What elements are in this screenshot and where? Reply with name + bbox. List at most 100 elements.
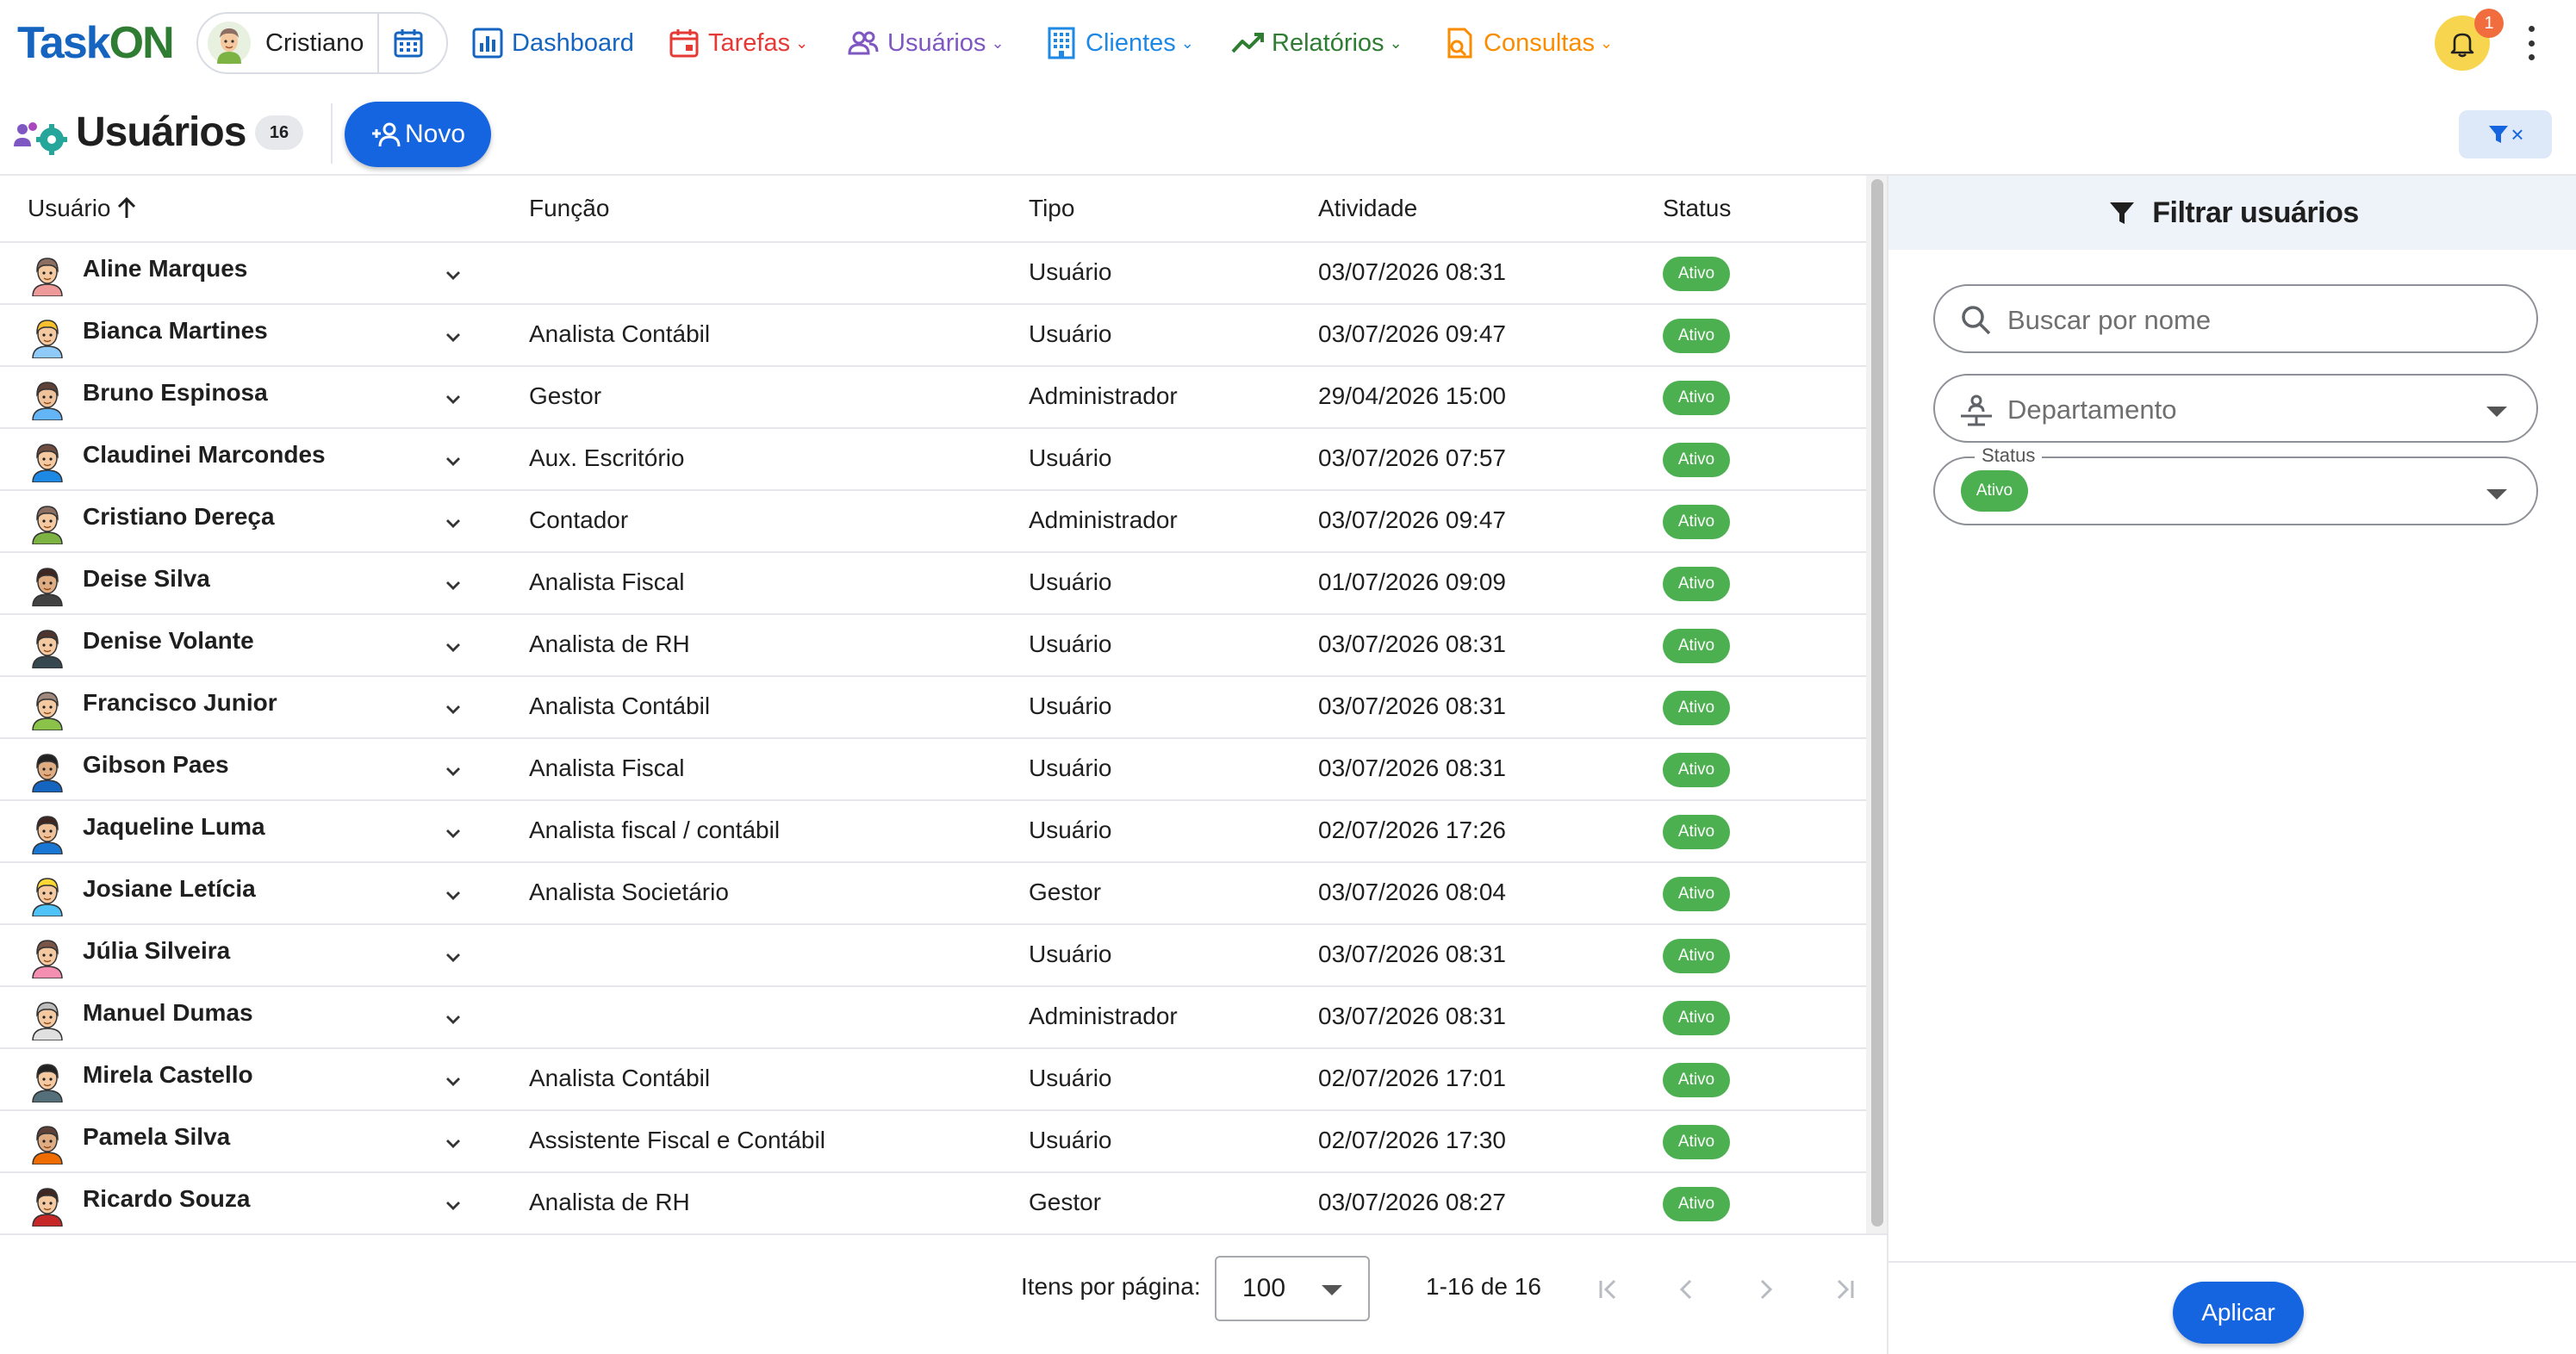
sort-ascending-icon	[118, 196, 136, 218]
nav-dashboard[interactable]: Dashboard	[470, 22, 634, 64]
expand-row-chevron-icon[interactable]	[443, 699, 464, 720]
expand-row-chevron-icon[interactable]	[443, 1009, 464, 1030]
department-select[interactable]: Departamento	[1933, 374, 2538, 443]
table-row[interactable]: Claudinei Marcondes Aux. Escritório Usuári…	[0, 429, 1866, 491]
department-placeholder: Departamento	[2007, 394, 2177, 425]
status-select[interactable]: Ativo	[1933, 457, 2538, 525]
expand-row-chevron-icon[interactable]	[443, 1196, 464, 1216]
role-cell: Analista Contábil	[529, 1065, 711, 1091]
pagination-bar: Itens por página: 100 1-16 de 16	[0, 1233, 1887, 1354]
column-header-funcao[interactable]: Função	[529, 195, 609, 222]
expand-row-chevron-icon[interactable]	[443, 947, 464, 968]
status-badge: Ativo	[1663, 1125, 1730, 1159]
table-row[interactable]: Jaqueline Luma Analista fiscal / contábil…	[0, 801, 1866, 863]
panel-footer-divider	[1888, 1261, 2576, 1263]
expand-row-chevron-icon[interactable]	[443, 513, 464, 534]
type-cell: Administrador	[1029, 1003, 1178, 1029]
activity-cell: 03/07/2026 08:31	[1318, 693, 1506, 719]
expand-row-chevron-icon[interactable]	[443, 327, 464, 348]
table-scrollbar-thumb[interactable]	[1871, 179, 1883, 1227]
dropdown-caret-icon	[2486, 489, 2507, 500]
table-row[interactable]: Denise Volante Analista de RH Usuário 03/07…	[0, 615, 1866, 677]
search-by-name-input[interactable]: Buscar por nome	[1933, 284, 2538, 353]
first-page-button[interactable]	[1589, 1270, 1628, 1309]
expand-row-chevron-icon[interactable]	[443, 823, 464, 844]
table-row[interactable]: Deise Silva Analista Fiscal Usuário 01/07/2…	[0, 553, 1866, 615]
nav-tarefas[interactable]: Tarefas ⌄	[667, 22, 808, 64]
expand-row-chevron-icon[interactable]	[443, 885, 464, 906]
table-row[interactable]: Pamela Silva Assistente Fiscal e Contábil…	[0, 1111, 1866, 1173]
user-chip-divider	[377, 13, 379, 73]
expand-row-chevron-icon[interactable]	[443, 761, 464, 782]
status-chip-ativo[interactable]: Ativo	[1961, 470, 2028, 512]
table-row[interactable]: Manuel Dumas Administrador 03/07/2026 08:3…	[0, 987, 1866, 1049]
expand-row-chevron-icon[interactable]	[443, 389, 464, 410]
table-row[interactable]: Bruno Espinosa Gestor Administrador 29/04/2…	[0, 367, 1866, 429]
last-page-icon	[1837, 1279, 1854, 1300]
column-header-usuario[interactable]: Usuário	[28, 195, 140, 222]
role-cell: Analista de RH	[529, 630, 690, 657]
app-logo[interactable]: Task ON	[17, 10, 175, 76]
activity-cell: 03/07/2026 08:31	[1318, 755, 1506, 781]
page-header: Usuários 16 Novo ×	[0, 96, 2576, 174]
nav-usuarios[interactable]: Usuários ⌄	[846, 22, 1005, 64]
table-row[interactable]: Francisco Junior Analista Contábil Usuário…	[0, 677, 1866, 739]
table-row[interactable]: Mirela Castello Analista Contábil Usuário 0…	[0, 1049, 1866, 1111]
expand-row-chevron-icon[interactable]	[443, 1134, 464, 1154]
status-badge: Ativo	[1663, 1001, 1730, 1035]
user-chip[interactable]: Cristiano	[196, 12, 448, 74]
status-badge: Ativo	[1663, 877, 1730, 911]
nav-relatorios[interactable]: Relatórios ⌄	[1230, 22, 1403, 64]
dropdown-caret-icon	[1322, 1285, 1342, 1295]
logo-text-task: Task	[17, 18, 111, 68]
logo-text-on: ON	[109, 18, 175, 68]
trend-icon	[1231, 33, 1264, 53]
previous-page-button[interactable]	[1667, 1270, 1707, 1309]
user-name-cell: Gibson Paes	[83, 751, 229, 778]
filter-panel-title: Filtrar usuários	[2152, 196, 2359, 229]
type-cell: Usuário	[1029, 258, 1112, 285]
table-row[interactable]: Cristiano Dereça Contador Administrador 03/…	[0, 491, 1866, 553]
dropdown-caret-icon	[2486, 407, 2507, 417]
table-row[interactable]: Bianca Martines Analista Contábil Usuário 0…	[0, 305, 1866, 367]
expand-row-chevron-icon[interactable]	[443, 637, 464, 658]
table-row[interactable]: Aline Marques Usuário 03/07/2026 08:31 Ativ…	[0, 243, 1866, 305]
nav-consultas[interactable]: Consultas ⌄	[1442, 22, 1613, 64]
expand-row-chevron-icon[interactable]	[443, 265, 464, 286]
column-header-atividade[interactable]: Atividade	[1318, 195, 1417, 222]
activity-cell: 03/07/2026 08:31	[1318, 1003, 1506, 1029]
filter-toggle-button[interactable]: ×	[2459, 110, 2552, 158]
expand-row-chevron-icon[interactable]	[443, 451, 464, 472]
table-row[interactable]: Júlia Silveira Usuário 03/07/2026 08:31 Ati…	[0, 925, 1866, 987]
table-row[interactable]: Josiane Letícia Analista Societário Gestor…	[0, 863, 1866, 925]
header-divider	[331, 103, 333, 164]
activity-cell: 03/07/2026 08:04	[1318, 879, 1506, 905]
role-cell: Aux. Escritório	[529, 444, 685, 471]
more-options-icon[interactable]	[2524, 26, 2538, 60]
expand-row-chevron-icon[interactable]	[443, 575, 464, 596]
status-badge: Ativo	[1663, 691, 1730, 725]
nav-clientes[interactable]: Clientes ⌄	[1044, 22, 1194, 64]
new-user-button[interactable]: Novo	[345, 102, 491, 167]
table-row[interactable]: Gibson Paes Analista Fiscal Usuário 03/07/2…	[0, 739, 1866, 801]
status-badge: Ativo	[1663, 815, 1730, 849]
users-settings-icon	[14, 122, 67, 155]
type-cell: Usuário	[1029, 568, 1112, 595]
type-cell: Usuário	[1029, 1065, 1112, 1091]
items-per-page-label: Itens por página:	[1021, 1273, 1201, 1300]
column-header-label: Usuário	[28, 195, 111, 221]
calendar-icon[interactable]	[391, 26, 426, 60]
column-header-status[interactable]: Status	[1663, 195, 1731, 222]
next-page-button[interactable]	[1745, 1270, 1785, 1309]
last-page-button[interactable]	[1825, 1270, 1864, 1309]
user-name-cell: Manuel Dumas	[83, 999, 253, 1026]
column-header-tipo[interactable]: Tipo	[1029, 195, 1074, 222]
type-cell: Administrador	[1029, 382, 1178, 409]
expand-row-chevron-icon[interactable]	[443, 1071, 464, 1092]
user-avatar-icon	[32, 258, 63, 296]
role-cell: Analista fiscal / contábil	[529, 817, 781, 843]
filter-panel: Filtrar usuários Buscar por nome Departa…	[1887, 176, 2576, 1354]
apply-filter-button[interactable]: Aplicar	[2173, 1282, 2304, 1344]
table-row[interactable]: Ricardo Souza Analista de RH Gestor 03/07/2…	[0, 1173, 1866, 1233]
items-per-page-select[interactable]: 100	[1215, 1256, 1370, 1321]
